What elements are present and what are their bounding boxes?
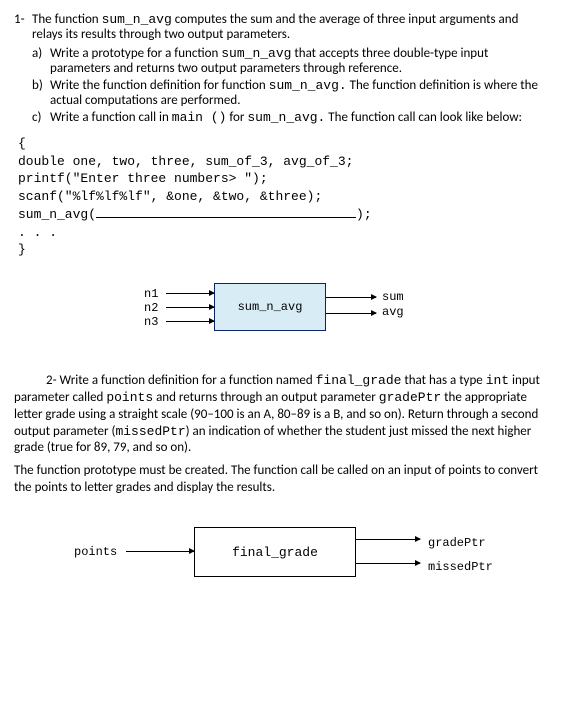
q2-c5: missedPtr (115, 424, 185, 439)
code-l5b: ); (356, 207, 372, 222)
code-l7: } (18, 241, 551, 259)
dg1-box: sum_n_avg (214, 283, 326, 331)
q2-t2: that has a type (401, 373, 485, 388)
diagram-sum-n-avg: n1 n2 n3 sum_n_avg sum avg (14, 277, 551, 347)
q2-c2: int (486, 373, 509, 388)
q1a-t1: Write a prototype for a function (50, 46, 221, 61)
dg1-in-0: n1 (144, 287, 158, 301)
q1-number: 1- (14, 12, 32, 127)
arrow-icon (356, 539, 420, 540)
q1c-c1: main () (172, 110, 227, 125)
arrow-icon (166, 293, 214, 294)
q1c-t1: Write a function call in (50, 110, 172, 125)
q2-t4: and returns through an output parameter (153, 390, 379, 405)
q1b-body: Write the function definition for functi… (50, 78, 551, 108)
q1a-letter: a) (32, 46, 50, 76)
code-l6: . . . (18, 224, 551, 242)
dg1-out-1: avg (382, 305, 404, 320)
q1c-body: Write a function call in main () for sum… (50, 110, 551, 125)
code-l5: sum_n_avg(); (18, 205, 551, 224)
dg2-out-0: gradePtr (428, 531, 493, 555)
code-l5a: sum_n_avg( (18, 207, 96, 222)
code-l1: { (18, 135, 551, 153)
q2-t1: Write a function definition for a functi… (60, 373, 316, 388)
question-2-p2: The function prototype must be created. … (14, 463, 551, 497)
dg1-box-label: sum_n_avg (238, 300, 303, 314)
dg2-in: points (74, 545, 117, 559)
q1c-t3: The function call can look like below: (325, 110, 522, 125)
q2-c4: gradePtr (379, 390, 441, 405)
q1c-letter: c) (32, 110, 50, 125)
arrow-icon (166, 321, 214, 322)
dg2-box: final_grade (194, 527, 356, 577)
q1-intro-1: The function (32, 12, 102, 27)
code-l4: scanf("%lf%lf%lf", &one, &two, &three); (18, 188, 551, 206)
code-l2: double one, two, three, sum_of_3, avg_of… (18, 153, 551, 171)
code-l3: printf("Enter three numbers> "); (18, 170, 551, 188)
question-1: 1- The function sum_n_avg computes the s… (14, 12, 551, 127)
q1b-c1: sum_n_avg. (269, 78, 347, 93)
q1a-c1: sum_n_avg (221, 46, 291, 61)
q1b-letter: b) (32, 78, 50, 108)
q1b-t1: Write the function definition for functi… (50, 78, 269, 93)
q2-c1: final_grade (316, 373, 402, 388)
blank-fill (96, 205, 356, 218)
dg1-in-2: n3 (144, 315, 158, 329)
q1c-t2: for (226, 110, 247, 125)
code-block: { double one, two, three, sum_of_3, avg_… (18, 135, 551, 259)
q1c-c2: sum_n_avg. (247, 110, 325, 125)
arrow-icon (166, 307, 214, 308)
q2-c3: points (106, 390, 153, 405)
dg1-in-1: n2 (144, 301, 158, 315)
q1-intro-code: sum_n_avg (102, 12, 172, 27)
arrow-icon (356, 563, 420, 564)
q1a-body: Write a prototype for a function sum_n_a… (50, 46, 551, 76)
question-2-p1: 2- Write a function definition for a fun… (14, 373, 551, 457)
dg1-out-0: sum (382, 290, 404, 305)
diagram-final-grade: points final_grade gradePtr missedPtr (14, 517, 551, 587)
q1-sublist: a) Write a prototype for a function sum_… (32, 46, 551, 125)
dg2-box-label: final_grade (232, 545, 318, 560)
dg2-out-1: missedPtr (428, 555, 493, 579)
arrow-icon (126, 551, 194, 552)
arrow-icon (326, 297, 376, 298)
q1-body: The function sum_n_avg computes the sum … (32, 12, 551, 127)
arrow-icon (326, 313, 376, 314)
q2-lead: 2- (46, 373, 60, 388)
